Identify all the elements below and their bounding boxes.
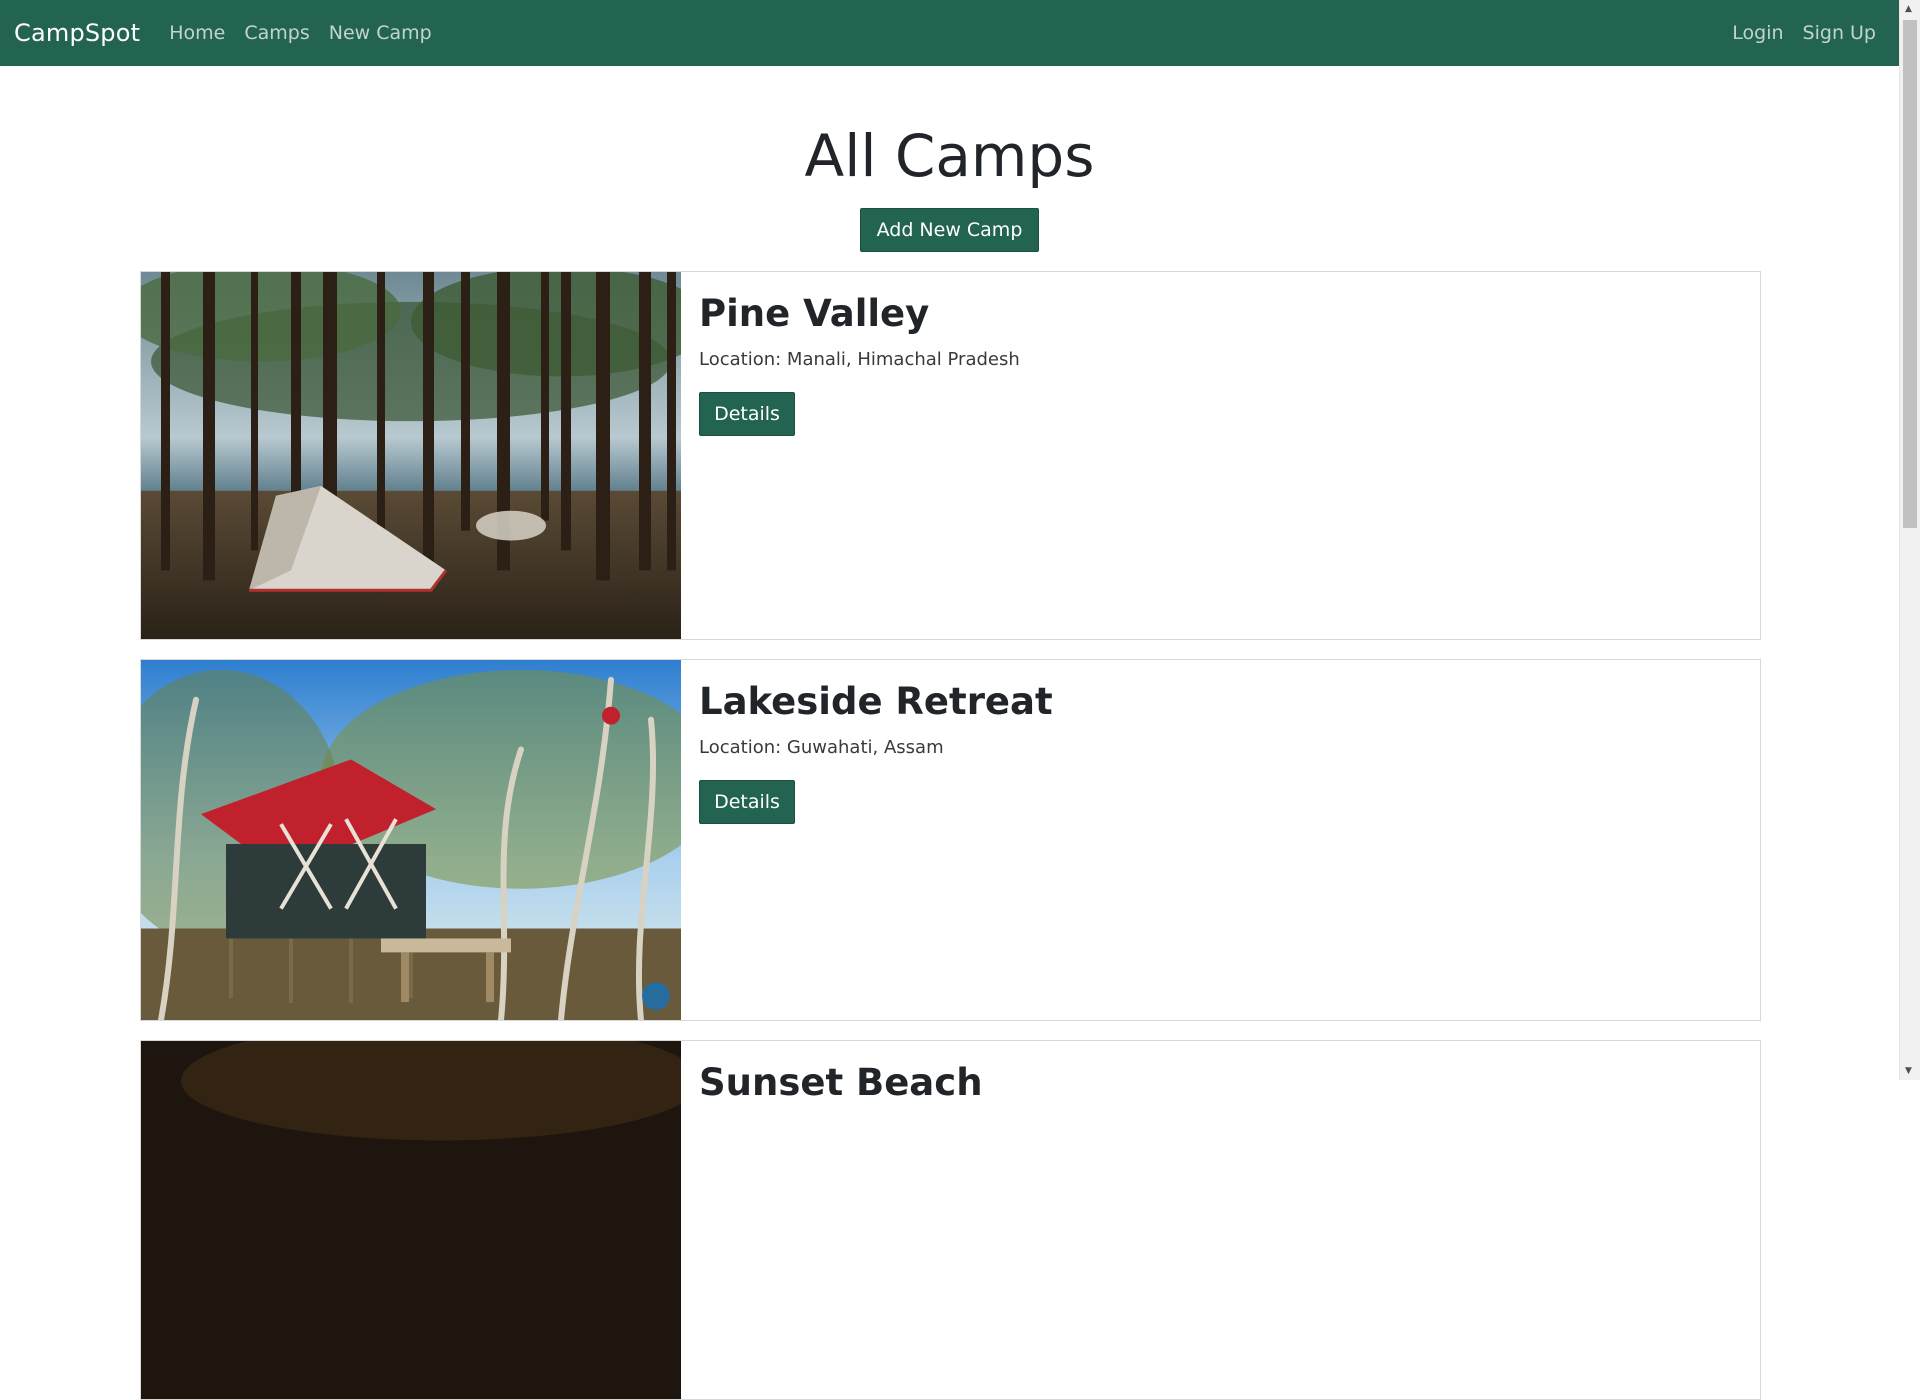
nav-link-home[interactable]: Home bbox=[169, 22, 225, 44]
navbar: CampSpot Home Camps New Camp Login Sign … bbox=[0, 0, 1899, 66]
camp-location: Location: Guwahati, Assam bbox=[699, 737, 944, 758]
details-button[interactable]: Details bbox=[699, 392, 795, 436]
camp-location: Location: Manali, Himachal Pradesh bbox=[699, 349, 1020, 370]
camp-card-body: Lakeside Retreat Location: Guwahati, Ass… bbox=[699, 660, 1760, 1020]
camp-image-sunset-beach[interactable] bbox=[141, 1041, 681, 1399]
add-new-camp-button[interactable]: Add New Camp bbox=[860, 208, 1039, 252]
camp-title: Sunset Beach bbox=[699, 1061, 983, 1104]
camp-card-sunset-beach: Sunset Beach bbox=[140, 1040, 1761, 1400]
camp-card-pine-valley: Pine Valley Location: Manali, Himachal P… bbox=[140, 271, 1761, 640]
camp-card-body: Sunset Beach bbox=[699, 1041, 1760, 1399]
nav-link-camps[interactable]: Camps bbox=[244, 22, 309, 44]
details-button[interactable]: Details bbox=[699, 780, 795, 824]
camp-image-lakeside-retreat[interactable] bbox=[141, 660, 681, 1020]
camp-title: Pine Valley bbox=[699, 292, 930, 335]
nav-link-login[interactable]: Login bbox=[1732, 22, 1783, 44]
camp-card-body: Pine Valley Location: Manali, Himachal P… bbox=[699, 272, 1760, 639]
nav-link-sign-up[interactable]: Sign Up bbox=[1803, 22, 1876, 44]
scroll-down-arrow-icon[interactable]: ▼ bbox=[1905, 1066, 1912, 1076]
nav-link-new-camp[interactable]: New Camp bbox=[329, 22, 432, 44]
nav-links: Home Camps New Camp bbox=[169, 22, 450, 44]
brand-logo[interactable]: CampSpot bbox=[14, 19, 140, 47]
scroll-up-arrow-icon[interactable]: ▲ bbox=[1905, 4, 1912, 14]
camp-image-pine-valley[interactable] bbox=[141, 272, 681, 639]
page-title: All Camps bbox=[804, 122, 1095, 190]
camp-title: Lakeside Retreat bbox=[699, 680, 1053, 723]
scrollbar-thumb[interactable] bbox=[1903, 20, 1917, 528]
camp-card-lakeside-retreat: Lakeside Retreat Location: Guwahati, Ass… bbox=[140, 659, 1761, 1021]
auth-links: Login Sign Up bbox=[1713, 22, 1891, 44]
scrollbar[interactable]: ▲ ▼ bbox=[1899, 0, 1920, 1080]
